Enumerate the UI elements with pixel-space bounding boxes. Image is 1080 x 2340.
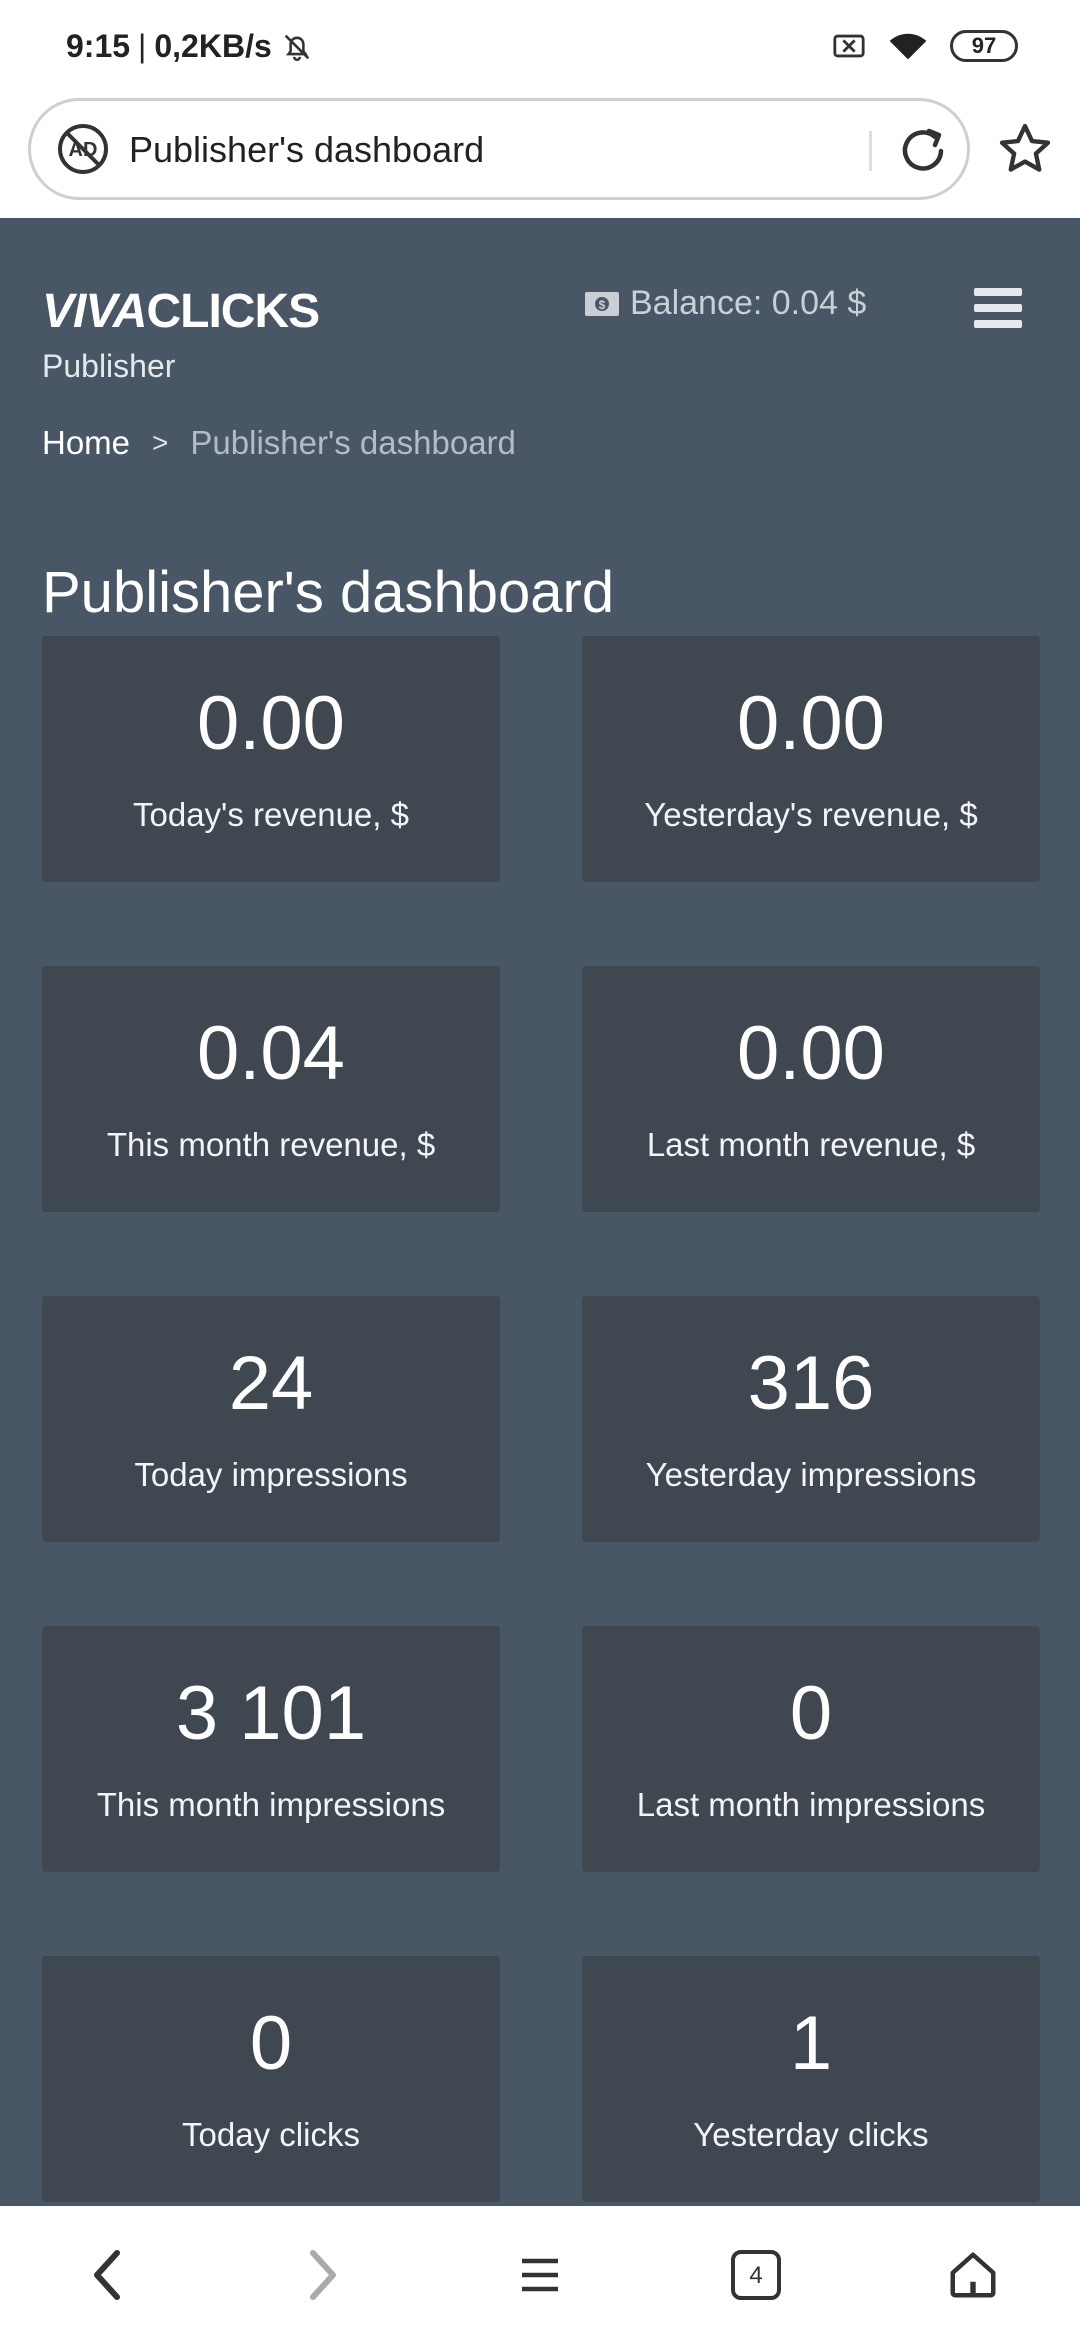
address-divider <box>869 131 872 171</box>
forward-button[interactable] <box>288 2240 358 2310</box>
stat-card-last-month-revenue: 0.00 Last month revenue, $ <box>582 966 1040 1212</box>
stat-label: Yesterday's revenue, $ <box>644 796 978 833</box>
stat-value: 3 101 <box>175 1671 367 1756</box>
stat-value: 0 <box>249 2001 293 2086</box>
stat-label: Today's revenue, $ <box>133 796 409 833</box>
sim-off-icon <box>833 34 865 58</box>
stat-label: Today impressions <box>134 1456 408 1493</box>
home-icon <box>950 2252 996 2298</box>
status-right: 97 <box>832 30 1018 62</box>
stat-card-this-month-impressions: 3 101 This month impressions <box>42 1626 500 1872</box>
address-text[interactable]: Publisher's dashboard <box>129 129 484 171</box>
back-button[interactable] <box>72 2240 142 2310</box>
money-icon: $ <box>585 291 619 316</box>
stat-value: 0 <box>789 1671 833 1756</box>
stat-label: Last month impressions <box>636 1786 986 1823</box>
network-speed: 0,2KB/s <box>154 28 272 64</box>
logo-part-viva: VIVA <box>42 285 147 338</box>
page-title: Publisher's dashboard <box>42 559 615 625</box>
stat-card-yesterday-clicks: 1 Yesterday clicks <box>582 1956 1040 2202</box>
stat-card-last-month-impressions: 0 Last month impressions <box>582 1626 1040 1872</box>
stat-label: This month revenue, $ <box>106 1126 436 1163</box>
vivaclicks-logo[interactable]: VIVACLICKS <box>42 284 320 339</box>
home-button[interactable] <box>938 2240 1008 2310</box>
breadcrumb-home[interactable]: Home <box>42 424 130 462</box>
stat-card-today-revenue: 0.00 Today's revenue, $ <box>42 636 500 882</box>
bookmark-star-icon[interactable] <box>996 120 1054 178</box>
address-bar[interactable]: AD Publisher's dashboard <box>28 98 970 200</box>
stat-value: 316 <box>747 1341 875 1426</box>
status-time: 9:15 <box>66 28 131 64</box>
stat-value: 0.00 <box>737 1011 885 1096</box>
tabs-count: 4 <box>749 2262 762 2289</box>
stat-value: 0.00 <box>197 681 345 766</box>
stat-value: 24 <box>228 1341 314 1426</box>
battery-indicator: 97 <box>950 30 1018 62</box>
stat-label: Yesterday clicks <box>693 2116 929 2153</box>
status-left: 9:15 | 0,2KB/s <box>66 28 314 65</box>
hamburger-menu-icon[interactable] <box>974 288 1022 332</box>
page-content: VIVACLICKS Publisher $ Balance: 0.04 $ H… <box>0 218 1080 2206</box>
stat-card-today-clicks: 0 Today clicks <box>42 1956 500 2202</box>
chevron-right-icon <box>310 2250 336 2300</box>
bell-muted-icon <box>284 34 309 61</box>
menu-lines-icon <box>522 2258 558 2292</box>
browser-bottom-nav: 4 <box>0 2206 1080 2340</box>
breadcrumb-separator: > <box>152 427 169 458</box>
browser-toolbar: AD Publisher's dashboard <box>0 94 1080 218</box>
account-role: Publisher <box>42 348 176 384</box>
logo-part-clicks: CLICKS <box>146 285 320 338</box>
status-bar: 9:15 | 0,2KB/s 97 <box>0 0 1080 94</box>
chevron-left-icon <box>94 2250 120 2300</box>
stat-label: This month impressions <box>96 1786 446 1823</box>
balance-display: $ Balance: 0.04 $ <box>584 284 866 323</box>
stat-value: 0.00 <box>737 681 885 766</box>
stat-card-this-month-revenue: 0.04 This month revenue, $ <box>42 966 500 1212</box>
stat-card-yesterday-impressions: 316 Yesterday impressions <box>582 1296 1040 1542</box>
battery-level: 97 <box>971 33 997 58</box>
tabs-button[interactable]: 4 <box>721 2240 791 2310</box>
ad-block-icon[interactable]: AD <box>57 123 109 175</box>
tabs-icon: 4 <box>731 2250 781 2300</box>
breadcrumb: Home > Publisher's dashboard <box>42 424 516 462</box>
svg-text:$: $ <box>599 298 606 312</box>
stat-card-today-impressions: 24 Today impressions <box>42 1296 500 1542</box>
breadcrumb-current: Publisher's dashboard <box>190 424 516 461</box>
menu-button[interactable] <box>505 2240 575 2310</box>
stat-label: Today clicks <box>182 2116 360 2153</box>
stat-value: 1 <box>789 2001 833 2086</box>
stat-label: Last month revenue, $ <box>646 1126 976 1163</box>
stat-value: 0.04 <box>197 1011 345 1096</box>
wifi-icon <box>889 33 927 60</box>
stat-label: Yesterday impressions <box>645 1456 977 1493</box>
balance-text: Balance: 0.04 $ <box>630 284 867 322</box>
status-separator: | <box>138 28 147 64</box>
stat-card-yesterday-revenue: 0.00 Yesterday's revenue, $ <box>582 636 1040 882</box>
reload-icon[interactable] <box>893 121 953 181</box>
